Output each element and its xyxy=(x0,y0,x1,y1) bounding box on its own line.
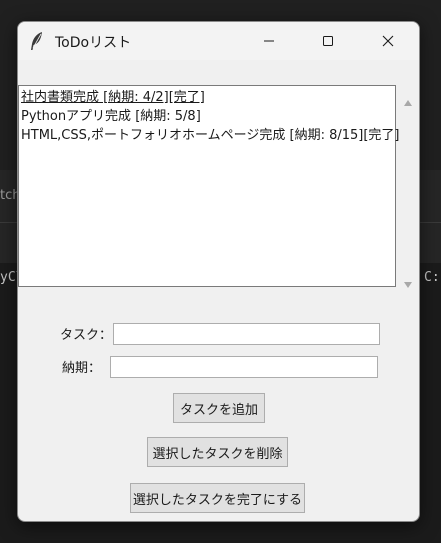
complete-task-button[interactable]: 選択したタスクを完了にする xyxy=(130,483,305,513)
task-label: タスク： xyxy=(60,328,113,343)
todo-window: ToDoリスト 社内書類完成 [納期: 4/2][完了] Pythonアプリ完成… xyxy=(17,21,420,522)
minimize-button[interactable] xyxy=(246,22,292,60)
maximize-button[interactable] xyxy=(305,22,351,60)
background-text-fragment: C: xyxy=(424,270,440,285)
due-date-label: 納期： xyxy=(62,361,102,376)
list-item[interactable]: 社内書類完成 [納期: 4/2][完了] xyxy=(21,89,205,107)
title-bar[interactable]: ToDoリスト xyxy=(18,22,419,60)
close-button[interactable] xyxy=(365,22,411,60)
minimize-icon xyxy=(263,32,275,51)
close-icon xyxy=(382,32,394,51)
list-item[interactable]: Pythonアプリ完成 [納期: 5/8] xyxy=(21,108,201,126)
scroll-down-arrow-icon[interactable] xyxy=(403,274,413,293)
maximize-icon xyxy=(322,32,334,51)
delete-task-button[interactable]: 選択したタスクを削除 xyxy=(147,437,288,467)
add-task-button[interactable]: タスクを追加 xyxy=(173,393,265,423)
task-input[interactable] xyxy=(113,323,380,345)
list-item[interactable]: HTML,CSS,ポートフォリオホームページ完成 [納期: 8/15][完了] xyxy=(21,127,400,145)
due-date-input[interactable] xyxy=(110,356,378,378)
task-listbox[interactable]: 社内書類完成 [納期: 4/2][完了] Pythonアプリ完成 [納期: 5/… xyxy=(18,85,400,287)
window-title: ToDoリスト xyxy=(55,35,132,51)
feather-icon xyxy=(28,31,46,51)
scroll-up-arrow-icon[interactable] xyxy=(403,92,413,111)
